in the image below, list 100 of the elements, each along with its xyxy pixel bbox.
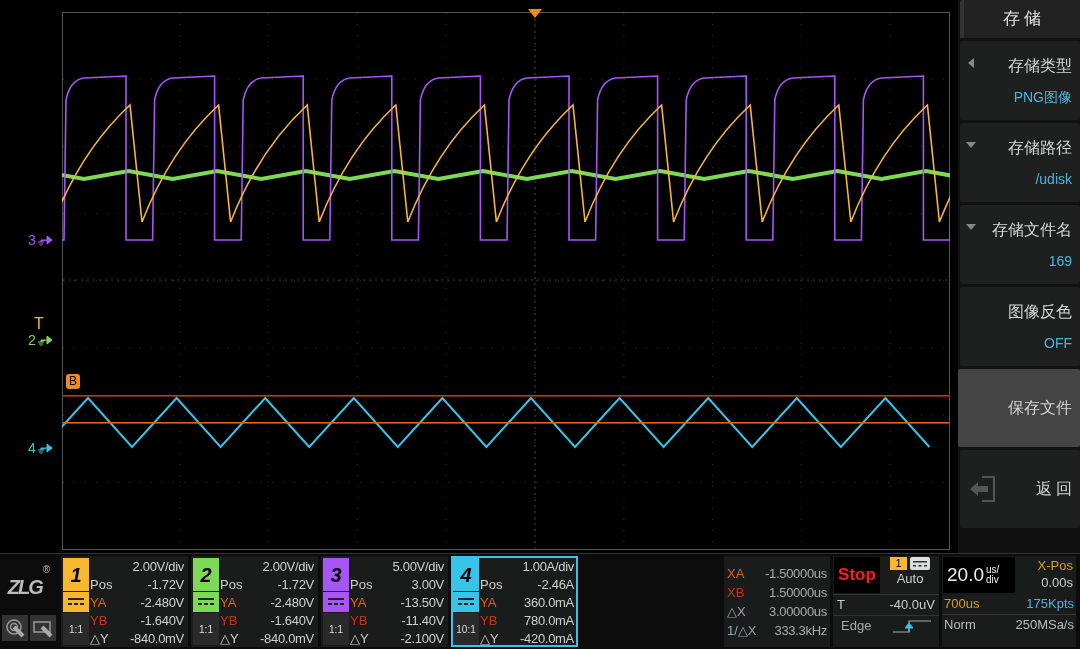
dc-coupling-icon[interactable] (63, 592, 89, 612)
field-label: △Y (480, 630, 499, 648)
cursor-value: 333.3kHz (774, 621, 827, 640)
cursor-value: 3.00000us (768, 602, 827, 621)
field-value: -840.0mV (130, 630, 184, 648)
menu-option[interactable]: 存储文件名 169 (960, 205, 1080, 284)
channel-number[interactable]: 3 (323, 558, 349, 591)
touch-icon[interactable] (2, 615, 28, 641)
cursor-label: XA (727, 564, 745, 583)
exit-icon (968, 475, 998, 503)
volts-per-div: 2.00V/div (261, 558, 314, 576)
field-value: 780.0mA (524, 612, 574, 630)
volts-per-div: 1.00A/div (521, 558, 574, 576)
down-arrow-icon (966, 222, 976, 232)
channel-number[interactable]: 2 (193, 558, 219, 591)
field-label: Pos (350, 576, 373, 594)
field-value: -2.480V (140, 594, 184, 612)
back-button[interactable]: 返 回 (960, 450, 1080, 528)
dc-coupling-icon[interactable] (453, 592, 479, 612)
trigger-mode[interactable]: Auto (896, 570, 924, 588)
cursor-label: XB (727, 583, 745, 602)
field-label: YA (90, 594, 107, 612)
cursor-label: B (66, 374, 80, 389)
cursor-label: △X (727, 602, 746, 621)
field-value: 360.0mA (524, 594, 574, 612)
touch-lock-icon[interactable] (30, 615, 56, 641)
x-pos-label: X-Pos (1037, 557, 1073, 574)
field-label: YA (220, 594, 237, 612)
channel-marker-label: 2 (28, 333, 36, 347)
cursor-value: 1.50000us (768, 583, 827, 602)
save-file-button[interactable]: 保存文件 (958, 369, 1080, 447)
trigger-position-marker[interactable] (528, 9, 542, 18)
channel-panel[interactable]: 3 1:1 5.00V/div Pos 3.00V YA -13.50V YB -11.40V △Y -2.100V (321, 556, 448, 647)
field-value: -840.0mV (260, 630, 314, 648)
memory-window: 700us (944, 594, 980, 614)
probe-ratio[interactable]: 1:1 (323, 613, 349, 645)
field-label: YB (480, 612, 498, 630)
field-value: -11.40V (401, 612, 444, 630)
field-label: △Y (220, 630, 239, 648)
field-label: YB (220, 612, 238, 630)
channel-marker-label: 3 (28, 233, 36, 247)
volts-per-div: 2.00V/div (131, 558, 184, 576)
field-value: -2.480V (270, 594, 314, 612)
time-unit: us/ (986, 565, 1000, 575)
field-label: Pos (90, 576, 113, 594)
channel-panel[interactable]: 2 1:1 2.00V/div Pos -1.72V YA -2.480V YB -1.640V △Y -840.0mV (191, 556, 318, 647)
field-label: △Y (350, 630, 369, 648)
menu-option[interactable]: 图像反色 OFF (960, 287, 1080, 366)
field-value: -13.50V (400, 594, 444, 612)
field-value: -420.0mA (520, 630, 574, 648)
x-pos-value: 0.00s (1041, 574, 1073, 591)
dc-coupling-icon[interactable] (909, 557, 930, 570)
channel-number[interactable]: 1 (63, 558, 89, 591)
field-label: YB (90, 612, 108, 630)
dc-coupling-icon[interactable] (193, 592, 219, 612)
time-unit: div (986, 575, 1000, 585)
down-arrow-icon (966, 140, 976, 150)
field-label: YA (480, 594, 497, 612)
brand-logo: ZLG (7, 575, 42, 600)
channel-marker-label: 4 (28, 441, 36, 455)
channel-panel[interactable]: 1 1:1 2.00V/div Pos -1.72V YA -2.480V YB -1.640V △Y -840.0mV (61, 556, 188, 647)
channel-panel[interactable]: 4 10:1 1.00A/div Pos -2.46A YA 360.0mA YB 780.0mA △Y -420.0mA (451, 556, 578, 647)
field-label: YB (350, 612, 368, 630)
field-label: Pos (480, 576, 503, 594)
field-value: -1.640V (270, 612, 314, 630)
field-value: -2.46A (537, 576, 574, 594)
left-arrow-icon (966, 58, 976, 68)
trigger-source[interactable]: 1 (890, 557, 907, 570)
probe-ratio[interactable]: 1:1 (193, 613, 219, 645)
probe-ratio[interactable]: 1:1 (63, 613, 89, 645)
trigger-level: -40.0uV (889, 596, 935, 614)
ground-arrow-icon[interactable] (36, 234, 53, 246)
trigger-type[interactable]: Edge (841, 616, 872, 636)
rising-edge-icon (893, 619, 931, 633)
trigger-level-label: T (837, 596, 845, 614)
field-label: △Y (90, 630, 109, 648)
time-per-div: 20.0 (947, 562, 984, 587)
menu-title: 存 储 (960, 0, 1080, 38)
menu-option[interactable]: 存储类型 PNG图像 (960, 41, 1080, 120)
field-label: YA (350, 594, 367, 612)
trigger-level-label: T (34, 316, 44, 332)
ground-arrow-icon[interactable] (36, 442, 53, 454)
field-value: 3.00V (411, 576, 444, 594)
field-label: Pos (220, 576, 243, 594)
menu-option[interactable]: 存储路径 /udisk (960, 123, 1080, 202)
cursor-label: 1/△X (727, 621, 757, 640)
volts-per-div: 5.00V/div (391, 558, 444, 576)
registered-mark: ® (42, 563, 51, 577)
cursor-value: -1.50000us (764, 564, 827, 583)
ground-arrow-icon[interactable] (36, 334, 53, 346)
field-value: -2.100V (400, 630, 444, 648)
sample-rate: 250MSa/s (1015, 616, 1074, 634)
field-value: -1.72V (277, 576, 314, 594)
field-value: -1.72V (147, 576, 184, 594)
run-stop-button[interactable]: Stop (834, 557, 880, 593)
probe-ratio[interactable]: 10:1 (453, 613, 479, 645)
field-value: -1.640V (140, 612, 184, 630)
acquire-mode: Norm (944, 616, 976, 634)
memory-depth: 175Kpts (1026, 595, 1074, 613)
channel-number[interactable]: 4 (453, 558, 479, 591)
